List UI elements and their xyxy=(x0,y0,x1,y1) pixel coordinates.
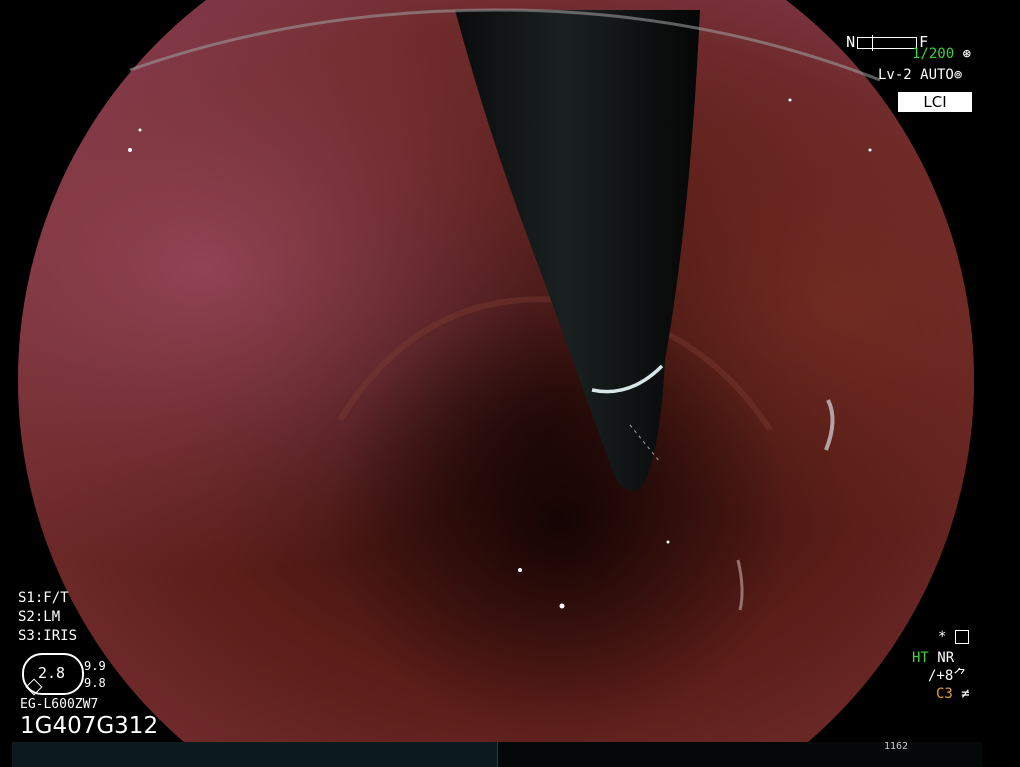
orientation-near-label: N xyxy=(846,33,856,51)
shutter-ratio: 1/200 ⊛ xyxy=(912,46,971,62)
s2-setting: S2:LM xyxy=(18,609,61,625)
endoscope-image xyxy=(0,0,1020,767)
shutter-ratio-value: 1/200 xyxy=(912,46,955,62)
s3-setting: S3:IRIS xyxy=(18,628,78,644)
enhance-value: /+8 xyxy=(928,668,954,684)
dial-value: 2.8 xyxy=(38,664,66,682)
ht-label: HT xyxy=(912,650,929,666)
s1-setting: S1:F/T xyxy=(18,590,69,606)
scope-serial: 1G407G312 xyxy=(20,713,159,739)
color-setting: C3 ≠ xyxy=(936,686,970,702)
scope-model: EG-L600ZW7 xyxy=(20,697,99,712)
iris-mode-value: Lv-2 AUTO xyxy=(878,67,954,83)
status-bar-right: 1162 xyxy=(498,742,982,767)
orientation-bar xyxy=(857,34,918,51)
dial-upper: 9.9 xyxy=(84,659,106,673)
iris-mode: Lv-2 AUTO⊚ xyxy=(878,67,962,83)
frame-counter: 1162 xyxy=(884,741,909,752)
ht-nr-status: HT NR xyxy=(912,650,954,666)
star-label: * xyxy=(938,629,947,645)
color-value: C3 xyxy=(936,686,953,702)
nr-label: NR xyxy=(937,650,955,666)
magnification-dial: 2.8 xyxy=(22,653,84,696)
filter-icon: ≠ xyxy=(961,686,970,702)
lci-mode-badge: LCI xyxy=(898,92,972,112)
hold-icon: ⊛ xyxy=(962,46,972,62)
enhance-setting: /+8⺈ xyxy=(928,668,967,684)
dial-lower: 9.8 xyxy=(84,676,106,690)
flip-icon: ⺈ xyxy=(953,668,968,684)
auto-icon: ⊚ xyxy=(953,67,963,83)
status-bar-left xyxy=(12,742,497,767)
freeze-icon xyxy=(954,630,969,644)
star-indicator: * xyxy=(938,629,969,645)
